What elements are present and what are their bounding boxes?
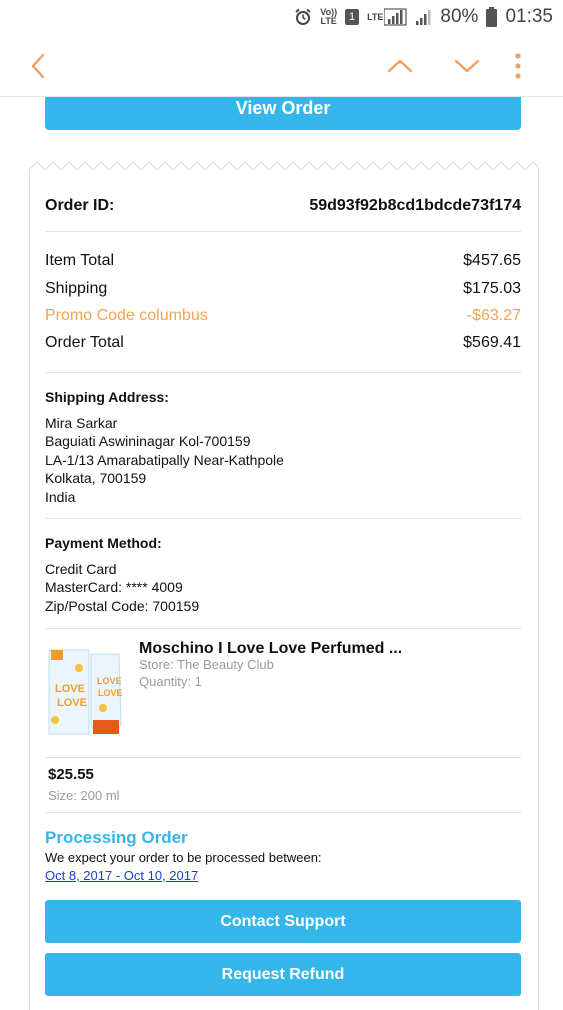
svg-text:LOVE: LOVE	[57, 697, 87, 709]
divider	[45, 757, 521, 758]
divider	[45, 231, 521, 232]
svg-text:LOVE: LOVE	[98, 688, 123, 698]
shipping-address-block: Shipping Address: Mira Sarkar Baguiati A…	[45, 388, 521, 506]
item-total-row: Item Total $457.65	[45, 252, 521, 270]
order-total-label: Order Total	[45, 334, 124, 351]
contact-support-button[interactable]: Contact Support	[45, 900, 521, 943]
address-line: India	[45, 488, 76, 505]
payment-method-title: Payment Method:	[45, 535, 162, 551]
lte-signal-icon: LTE	[367, 8, 408, 26]
status-icons: Vo)) LTE 1 LTE 80% 01:35	[294, 6, 553, 28]
processing-title: Processing Order	[45, 828, 188, 847]
product-quantity: Quantity: 1	[139, 674, 202, 689]
request-refund-button[interactable]: Request Refund	[45, 953, 521, 996]
shipping-row: Shipping $175.03	[45, 280, 521, 298]
divider	[45, 518, 521, 519]
shipping-address-title: Shipping Address:	[45, 389, 169, 405]
shipping-value: $175.03	[463, 280, 521, 297]
payment-line: Credit Card	[45, 560, 117, 577]
clock: 01:35	[505, 6, 553, 27]
chevron-up-icon	[387, 59, 413, 73]
product-name[interactable]: Moschino I Love Love Perfumed ...	[139, 640, 402, 658]
signal-icon	[416, 10, 431, 25]
signal-bars-icon	[384, 8, 408, 26]
volte-icon: Vo)) LTE	[320, 7, 338, 26]
next-button[interactable]	[449, 48, 485, 84]
chevron-left-icon	[31, 53, 45, 79]
order-id-label: Order ID:	[45, 197, 115, 214]
network-type-label: LTE	[367, 12, 384, 22]
processing-text: We expect your order to be processed bet…	[45, 850, 322, 865]
divider	[45, 628, 521, 629]
alarm-icon	[295, 8, 311, 25]
battery-icon	[486, 7, 498, 27]
previous-button[interactable]	[382, 48, 418, 84]
perfume-product-image[interactable]: LOVE LOVE LOVE LOVE	[45, 640, 125, 740]
more-vertical-icon	[515, 53, 521, 79]
shipping-label: Shipping	[45, 280, 108, 297]
sim-slot-icon: 1	[345, 9, 360, 25]
svg-text:LOVE: LOVE	[97, 676, 122, 686]
item-total-value: $457.65	[463, 252, 521, 269]
order-id-row: Order ID: 59d93f92b8cd1bdcde73f174	[45, 197, 521, 215]
status-bar: Vo)) LTE 1 LTE 80% 01:35	[0, 0, 563, 36]
processing-dates-link[interactable]: Oct 8, 2017 - Oct 10, 2017	[45, 868, 198, 883]
address-line: Mira Sarkar	[45, 414, 118, 431]
payment-line: Zip/Postal Code: 700159	[45, 597, 200, 614]
item-total-label: Item Total	[45, 252, 115, 269]
svg-text:LOVE: LOVE	[55, 683, 85, 695]
promo-value: -$63.27	[466, 307, 521, 324]
order-total-row: Order Total $569.41	[45, 334, 521, 352]
product-price: $25.55	[48, 766, 94, 783]
promo-label: Promo Code columbus	[45, 307, 208, 324]
address-line: LA-1/13 Amarabatipally Near-Kathpole	[45, 451, 284, 468]
divider	[45, 812, 521, 813]
battery-percent: 80%	[440, 6, 479, 27]
order-total-value: $569.41	[463, 334, 521, 351]
payment-method-block: Payment Method: Credit Card MasterCard: …	[45, 534, 521, 615]
address-line: Baguiati Aswininagar Kol-700159	[45, 433, 251, 449]
order-id-value: 59d93f92b8cd1bdcde73f174	[309, 197, 521, 214]
product-size: Size: 200 ml	[48, 788, 120, 803]
payment-line: MasterCard: **** 4009	[45, 579, 183, 595]
back-button[interactable]	[20, 48, 56, 84]
product-store: Store: The Beauty Club	[139, 657, 274, 672]
chevron-down-icon	[454, 59, 480, 73]
app-toolbar	[0, 36, 563, 97]
promo-row: Promo Code columbus -$63.27	[45, 307, 521, 325]
address-line: Kolkata, 700159	[45, 470, 147, 486]
more-options-button[interactable]	[500, 48, 536, 84]
divider	[45, 372, 521, 373]
view-order-button[interactable]: View Order	[45, 97, 521, 130]
